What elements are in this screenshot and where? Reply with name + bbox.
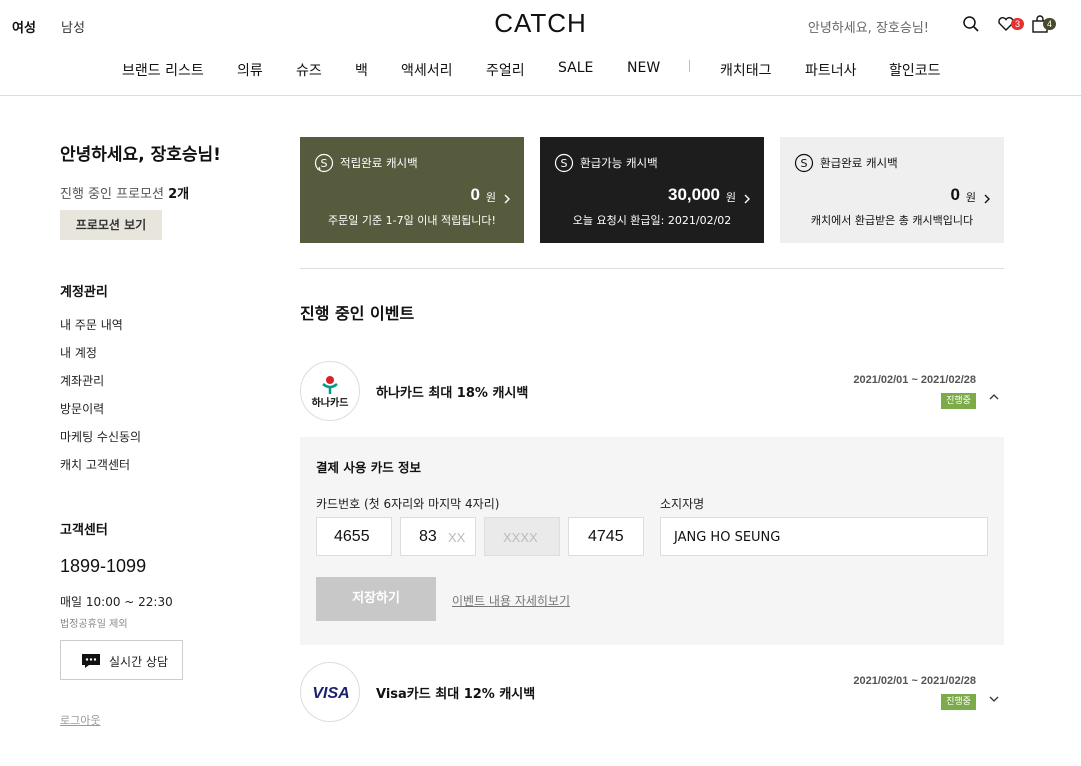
card-unit: 원: [965, 191, 976, 204]
sidebar-greeting: 안녕하세요, 장호승님!: [60, 145, 221, 165]
cashback-card-refunded[interactable]: S 환급완료 캐시백 0 원 캐치에서 환급받은 총 캐시백입니다: [780, 137, 1004, 243]
event-detail-link[interactable]: 이벤트 내용 자세히보기: [452, 592, 570, 609]
nav-clothing[interactable]: 의류: [237, 60, 263, 80]
chevron-right-icon: [984, 189, 990, 208]
sidebar-item-visit-history[interactable]: 방문이력: [60, 400, 104, 417]
nav-divider: [689, 60, 690, 72]
card-number-seg4-input[interactable]: 4745: [568, 517, 644, 556]
cashback-card-earned[interactable]: S 적립완료 캐시백 0 원 주문일 기준 1-7일 이내 적립됩니다!: [300, 137, 524, 243]
live-chat-label: 실시간 상담: [109, 655, 169, 669]
promo-label: 진행 중인 프로모션: [60, 187, 164, 202]
svg-text:S: S: [321, 157, 328, 170]
save-button[interactable]: 저장하기: [316, 577, 436, 621]
card-number-seg3-input: XXXX: [484, 517, 560, 556]
cart-count-badge: 4: [1043, 18, 1057, 30]
status-badge: 진행중: [941, 694, 976, 710]
holiday-note: 법정공휴일 제외: [60, 619, 128, 630]
svg-text:S: S: [801, 157, 808, 170]
nav-jewelry[interactable]: 주얼리: [486, 60, 525, 80]
card-form-heading: 결제 사용 카드 정보: [316, 460, 422, 475]
sidebar-item-bank-accounts[interactable]: 계좌관리: [60, 372, 104, 389]
card-number-label: 카드번호 (첫 6자리와 마지막 4자리): [316, 497, 500, 511]
card-note: 캐치에서 환급받은 총 캐시백입니다: [810, 214, 974, 227]
wishlist-icon[interactable]: 3: [997, 15, 1025, 37]
visa-logo: VISA: [300, 662, 360, 722]
hana-card-logo: 하나카드: [300, 361, 360, 421]
card-number-seg1-input[interactable]: 4655: [316, 517, 392, 556]
header-greeting[interactable]: 안녕하세요, 장호승님!: [808, 17, 929, 36]
promo-count: 2개: [168, 187, 190, 202]
chevron-down-icon[interactable]: [988, 688, 1000, 707]
holder-name-label: 소지자명: [660, 497, 705, 511]
nav-brand-list[interactable]: 브랜드 리스트: [122, 60, 204, 80]
support-phone: 1899-1099: [60, 556, 147, 576]
nav-catch-tag[interactable]: 캐치태그: [720, 60, 772, 80]
visa-logo-text: VISA: [312, 685, 349, 702]
events-title: 진행 중인 이벤트: [300, 304, 415, 323]
account-heading: 계정관리: [60, 285, 108, 300]
seg1-value: 4655: [334, 528, 370, 545]
card-amount: 30,000: [668, 185, 720, 204]
cashback-coin-icon: S: [314, 153, 334, 177]
event-period: 2021/02/01 ~ 2021/02/28: [853, 374, 976, 386]
card-title: 적립완료 캐시백: [340, 156, 418, 170]
card-unit: 원: [485, 191, 496, 204]
view-promotions-button[interactable]: 프로모션 보기: [60, 210, 162, 240]
shopping-bag-icon[interactable]: 4: [1031, 15, 1057, 37]
top-bar: 여성 남성 CATCH 안녕하세요, 장호승님! 3 4: [0, 0, 1081, 50]
event-name[interactable]: 하나카드 최대 18% 캐시백: [376, 382, 528, 401]
cashback-coin-icon: S: [794, 153, 814, 177]
seg3-placeholder: XXXX: [503, 530, 538, 545]
cashback-card-refundable[interactable]: S 환급가능 캐시백 30,000 원 오늘 요청시 환급일: 2021/02/…: [540, 137, 764, 243]
live-chat-button[interactable]: 실시간 상담: [60, 640, 183, 680]
logout-link[interactable]: 로그아웃: [60, 712, 100, 728]
promo-status: 진행 중인 프로모션 2개: [60, 183, 189, 202]
card-amount: 0: [470, 185, 480, 204]
nav-partners[interactable]: 파트너사: [805, 60, 857, 80]
chat-bubble-icon: [81, 653, 101, 672]
seg4-value: 4745: [588, 528, 624, 545]
holder-name-value: JANG HO SEUNG: [674, 530, 781, 545]
nav-shoes[interactable]: 슈즈: [296, 60, 322, 80]
chevron-right-icon: [504, 189, 510, 208]
status-badge: 진행중: [941, 393, 976, 409]
sidebar-item-orders[interactable]: 내 주문 내역: [60, 316, 123, 333]
nav-accessories[interactable]: 액세서리: [401, 60, 453, 80]
cashback-coin-icon: S: [554, 153, 574, 177]
card-info-panel: 결제 사용 카드 정보 카드번호 (첫 6자리와 마지막 4자리) 소지자명 4…: [300, 437, 1004, 645]
holder-name-input[interactable]: JANG HO SEUNG: [660, 517, 988, 556]
seg2-placeholder: XX: [448, 530, 466, 545]
nav-bags[interactable]: 백: [355, 60, 368, 80]
card-note: 주문일 기준 1-7일 이내 적립됩니다!: [328, 214, 496, 227]
main-nav: 브랜드 리스트 의류 슈즈 백 액세서리 주얼리 SALE NEW 캐치태그 파…: [0, 52, 1081, 96]
card-title: 환급가능 캐시백: [580, 156, 658, 170]
search-icon[interactable]: [962, 15, 980, 37]
sidebar-item-marketing-consent[interactable]: 마케팅 수신동의: [60, 428, 141, 445]
nav-new[interactable]: NEW: [627, 60, 660, 76]
svg-text:S: S: [561, 157, 568, 170]
sidebar-item-customer-center[interactable]: 캐치 고객센터: [60, 456, 130, 473]
seg2-value: 83: [419, 528, 437, 545]
sidebar-item-my-account[interactable]: 내 계정: [60, 344, 97, 361]
event-period: 2021/02/01 ~ 2021/02/28: [853, 675, 976, 687]
event-name[interactable]: Visa카드 최대 12% 캐시백: [376, 683, 535, 702]
card-title: 환급완료 캐시백: [820, 156, 898, 170]
card-number-seg2-input[interactable]: 83 XX: [400, 517, 476, 556]
card-amount: 0: [950, 185, 960, 204]
chevron-right-icon: [744, 189, 750, 208]
card-unit: 원: [725, 191, 736, 204]
hana-logo-text: 하나카드: [312, 396, 349, 409]
nav-sale[interactable]: SALE: [558, 60, 593, 76]
wishlist-count-badge: 3: [1011, 18, 1025, 30]
nav-discount-code[interactable]: 할인코드: [889, 60, 941, 80]
card-note: 오늘 요청시 환급일: 2021/02/02: [572, 214, 732, 227]
chevron-up-icon[interactable]: [988, 386, 1000, 405]
section-divider: [300, 268, 1004, 269]
support-hours: 매일 10:00 ~ 22:30: [60, 595, 173, 609]
support-heading: 고객센터: [60, 523, 108, 538]
